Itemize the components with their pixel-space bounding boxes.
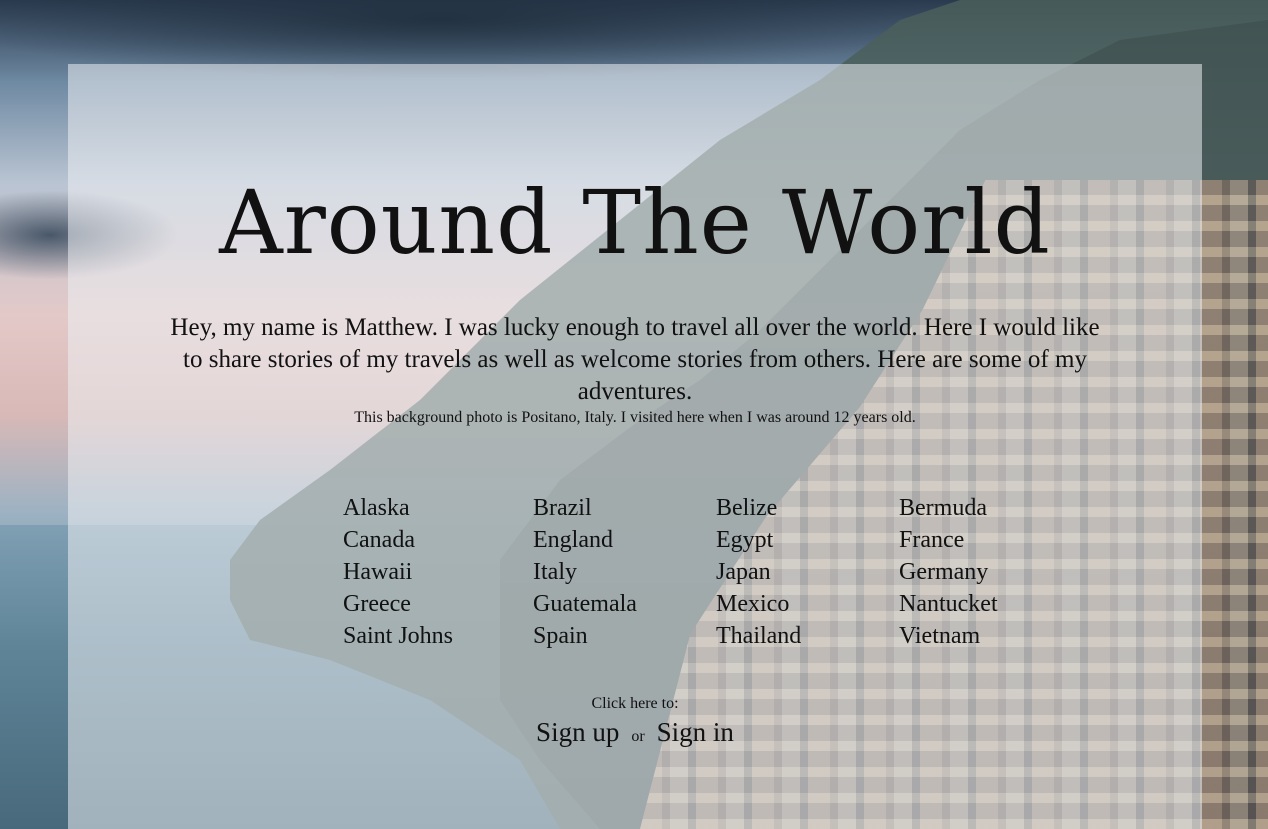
country-link-guatemala[interactable]: Guatemala (530, 588, 713, 620)
country-links: Alaska Brazil Belize Bermuda Canada Engl… (340, 492, 1060, 652)
cta-label: Click here to: (591, 695, 679, 712)
country-link-france[interactable]: France (896, 524, 1060, 556)
country-link-england[interactable]: England (530, 524, 713, 556)
country-link-nantucket[interactable]: Nantucket (896, 588, 1060, 620)
page-title: Around The World (219, 171, 1051, 274)
country-link-alaska[interactable]: Alaska (340, 492, 530, 524)
country-link-germany[interactable]: Germany (896, 556, 1060, 588)
sign-in-link[interactable]: Sign in (657, 717, 734, 747)
country-link-greece[interactable]: Greece (340, 588, 530, 620)
country-link-italy[interactable]: Italy (530, 556, 713, 588)
country-link-thailand[interactable]: Thailand (713, 620, 896, 652)
country-link-saint-johns[interactable]: Saint Johns (340, 620, 530, 652)
country-link-canada[interactable]: Canada (340, 524, 530, 556)
country-link-hawaii[interactable]: Hawaii (340, 556, 530, 588)
country-link-vietnam[interactable]: Vietnam (896, 620, 1060, 652)
country-link-egypt[interactable]: Egypt (713, 524, 896, 556)
country-link-japan[interactable]: Japan (713, 556, 896, 588)
country-link-mexico[interactable]: Mexico (713, 588, 896, 620)
intro-text: Hey, my name is Matthew. I was lucky eno… (170, 314, 1100, 405)
country-link-belize[interactable]: Belize (713, 492, 896, 524)
or-separator: or (631, 728, 645, 745)
country-link-bermuda[interactable]: Bermuda (896, 492, 1060, 524)
country-link-brazil[interactable]: Brazil (530, 492, 713, 524)
auth-links: Sign up or Sign in (470, 714, 800, 750)
sign-up-link[interactable]: Sign up (536, 717, 619, 747)
country-link-spain[interactable]: Spain (530, 620, 713, 652)
photo-caption: This background photo is Positano, Italy… (354, 409, 916, 426)
